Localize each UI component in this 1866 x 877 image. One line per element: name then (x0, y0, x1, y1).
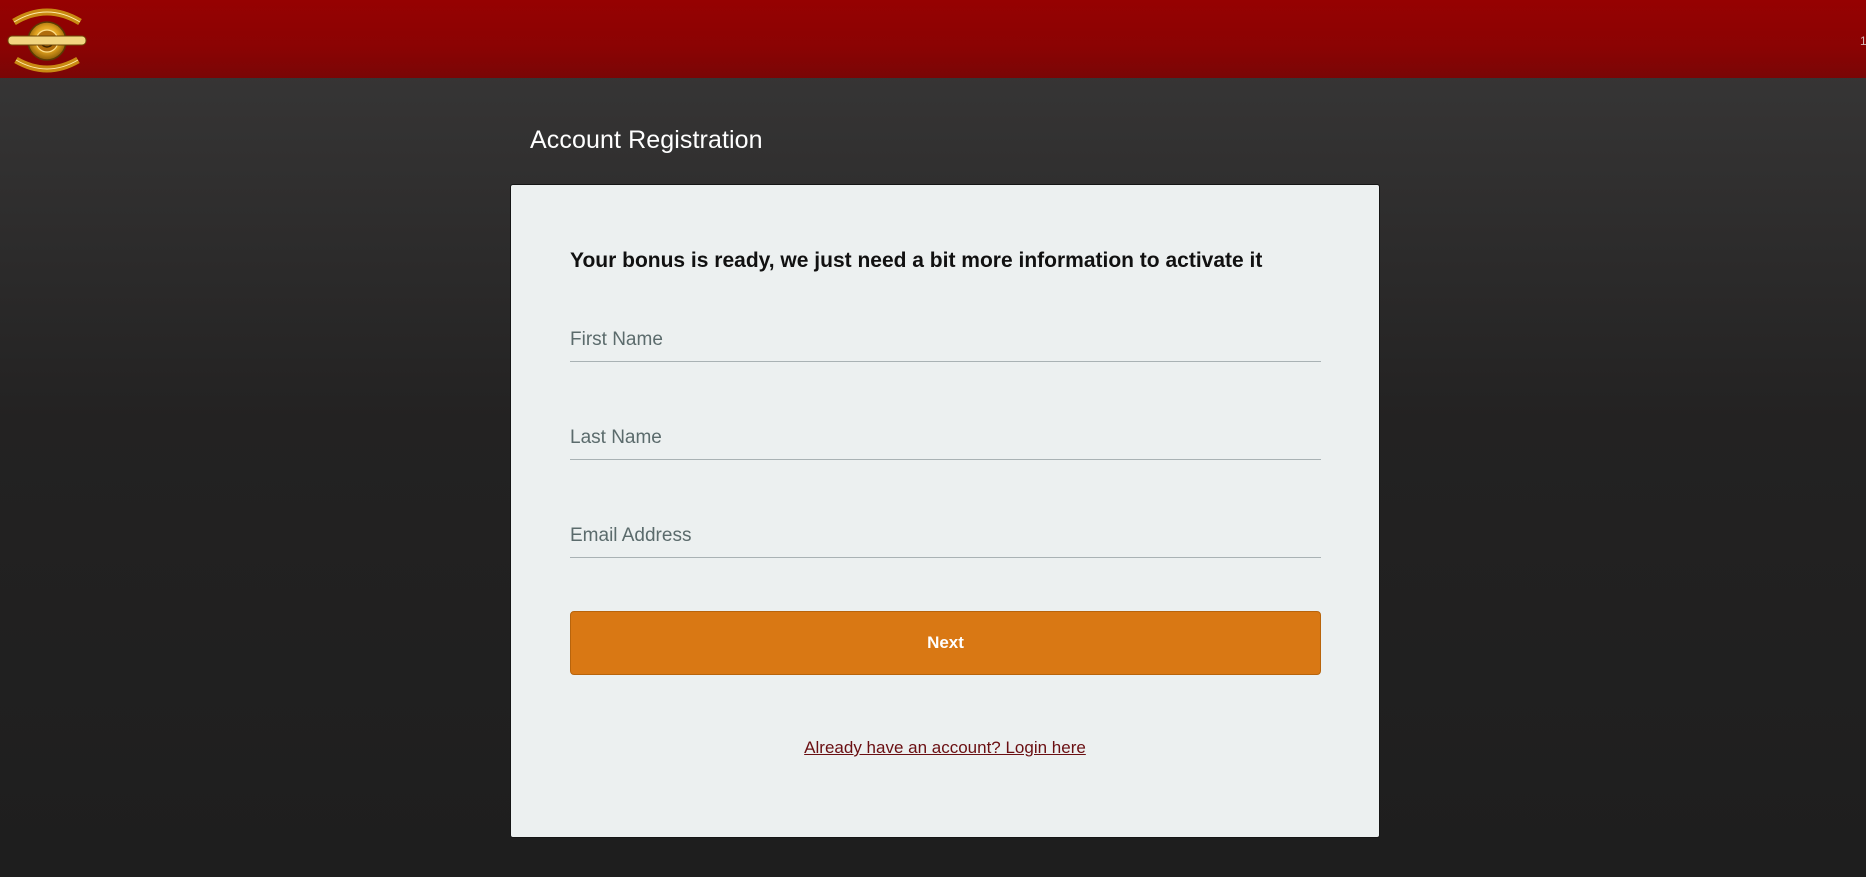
email-input[interactable] (570, 517, 1321, 555)
registration-card: Your bonus is ready, we just need a bit … (510, 184, 1380, 838)
header-edge-text: 1 (1860, 34, 1866, 48)
golden-tiger-logo[interactable] (6, 4, 88, 74)
page-title: Account Registration (530, 126, 763, 154)
first-name-input[interactable] (570, 321, 1321, 359)
logo-emblem-icon (7, 8, 87, 73)
first-name-field-wrapper (570, 321, 1321, 362)
bonus-heading: Your bonus is ready, we just need a bit … (570, 249, 1263, 272)
last-name-field-wrapper (570, 419, 1321, 460)
top-header-bar: 1 (0, 0, 1866, 78)
login-link-row: Already have an account? Login here (511, 738, 1379, 758)
login-link[interactable]: Already have an account? Login here (804, 738, 1086, 757)
last-name-input[interactable] (570, 419, 1321, 457)
next-button[interactable]: Next (570, 611, 1321, 675)
email-field-wrapper (570, 517, 1321, 558)
